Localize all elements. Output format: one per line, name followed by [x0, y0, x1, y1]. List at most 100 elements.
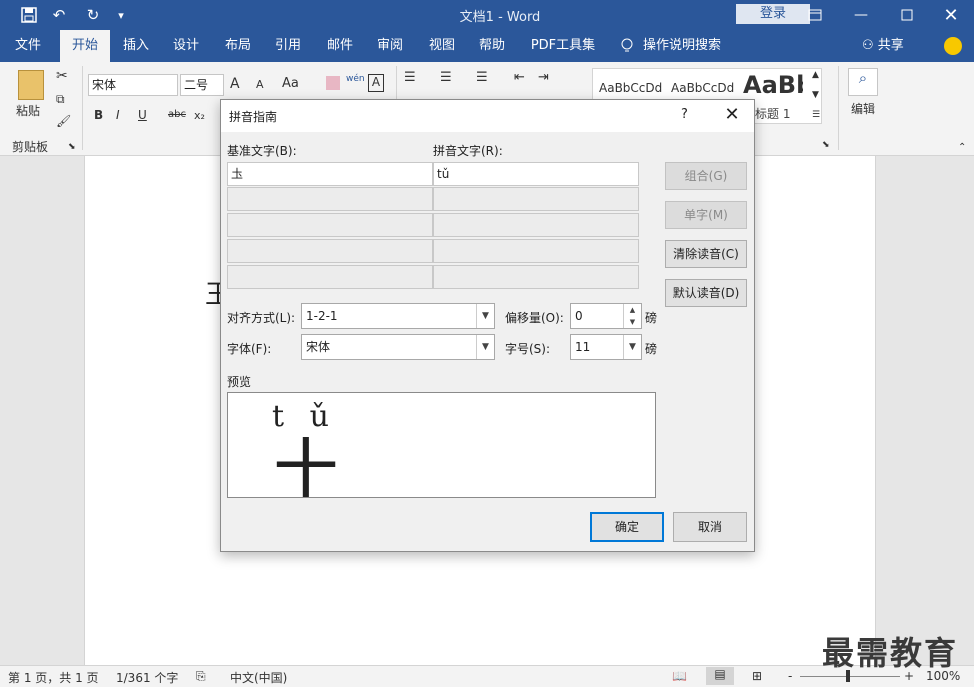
strikethrough-button[interactable]: abc — [168, 109, 186, 120]
close-icon[interactable]: ✕ — [721, 104, 743, 126]
paste-icon[interactable] — [18, 70, 44, 100]
alignment-select[interactable]: 1-2-1 ▼ — [301, 303, 495, 329]
smiley-feedback-icon[interactable] — [944, 37, 962, 55]
zoom-slider-track[interactable] — [800, 676, 900, 677]
char-border-button[interactable]: A — [368, 74, 384, 92]
phonetic-guide-button[interactable]: wén — [346, 74, 365, 84]
style-normal[interactable]: AaBbCcDd — [599, 81, 662, 95]
chevron-down-icon[interactable]: ▼ — [476, 304, 494, 328]
shrink-font-button[interactable]: A — [256, 78, 264, 91]
customize-quick-access-icon[interactable]: ▾ — [108, 4, 134, 26]
watermark: 最需教育 — [822, 634, 959, 672]
base-text-cell[interactable] — [227, 265, 433, 289]
tab-view[interactable]: 视图 — [422, 30, 462, 62]
tab-pdf-tools[interactable]: PDF工具集 — [526, 30, 600, 62]
font-size-box[interactable]: 二号 — [180, 74, 224, 96]
styles-scroll-down-icon[interactable]: ▼ — [812, 90, 819, 100]
tab-home[interactable]: 开始 — [60, 30, 110, 62]
web-layout-icon[interactable]: ⊞ — [752, 669, 762, 683]
tab-insert[interactable]: 插入 — [116, 30, 156, 62]
multilevel-list-icon[interactable]: ☰ — [476, 70, 488, 85]
paste-label[interactable]: 粘贴 — [16, 102, 40, 119]
decrease-indent-icon[interactable]: ⇤ — [514, 70, 525, 85]
clipboard-group-label: 剪贴板 — [12, 140, 49, 154]
base-text-cell[interactable]: 圡 — [227, 162, 433, 186]
font-name-box[interactable]: 宋体 — [88, 74, 178, 96]
font-select[interactable]: 宋体 ▼ — [301, 334, 495, 360]
size-select[interactable]: 11 ▼ — [570, 334, 642, 360]
change-case-button[interactable]: Aa — [282, 76, 299, 91]
clear-format-icon[interactable] — [326, 76, 340, 90]
ruby-text-cell[interactable] — [433, 187, 639, 211]
chevron-down-icon[interactable]: ▼ — [623, 335, 641, 359]
subscript-button[interactable]: x₂ — [194, 109, 205, 122]
underline-button[interactable]: U — [138, 108, 147, 122]
preview-box: t ǔ 土 — [227, 392, 656, 498]
spinner-arrows-icon[interactable]: ▲ ▼ — [623, 304, 641, 328]
cut-icon[interactable]: ✂ — [56, 68, 68, 84]
lightbulb-icon — [616, 30, 638, 62]
page-count[interactable]: 第 1 页，共 1 页 — [8, 669, 99, 686]
style-no-spacing[interactable]: AaBbCcDd — [671, 81, 734, 95]
ruby-text-cell[interactable] — [433, 265, 639, 289]
share-button[interactable]: ⚇ 共享 — [862, 30, 904, 62]
default-reading-button[interactable]: 默认读音(D) — [665, 279, 747, 307]
format-painter-icon[interactable]: 🖌 — [56, 114, 71, 128]
ok-button[interactable]: 确定 — [590, 512, 664, 542]
maximize-icon[interactable] — [884, 0, 930, 30]
increase-indent-icon[interactable]: ⇥ — [538, 70, 549, 85]
bold-button[interactable]: B — [94, 108, 103, 122]
style-heading1[interactable]: AaBb — [743, 71, 803, 99]
offset-spinner[interactable]: 0 ▲ ▼ — [570, 303, 642, 329]
chevron-down-icon[interactable]: ▼ — [476, 335, 494, 359]
mono-button[interactable]: 单字(M) — [665, 201, 747, 229]
person-icon: ⚇ — [862, 38, 878, 53]
ruby-text-cell[interactable] — [433, 239, 639, 263]
base-text-cell[interactable] — [227, 187, 433, 211]
base-text-cell[interactable] — [227, 213, 433, 237]
redo-icon[interactable]: ↻ — [80, 4, 106, 26]
tab-mailings[interactable]: 邮件 — [320, 30, 360, 62]
ribbon-display-options-icon[interactable] — [792, 0, 838, 30]
edit-label[interactable]: 编辑 — [851, 100, 875, 117]
save-icon[interactable] — [16, 4, 42, 26]
dialog-launcher-icon[interactable]: ⬊ — [68, 142, 76, 152]
undo-icon[interactable]: ↶ — [46, 4, 72, 26]
styles-launcher-icon[interactable]: ⬊ — [822, 140, 830, 150]
language-indicator[interactable]: 中文(中国) — [230, 669, 287, 686]
tab-references[interactable]: 引用 — [268, 30, 308, 62]
ruby-text-cell[interactable]: tǔ — [433, 162, 639, 186]
group-button[interactable]: 组合(G) — [665, 162, 747, 190]
grow-font-button[interactable]: A — [230, 76, 240, 92]
proofing-icon[interactable]: ⎘ — [196, 669, 206, 684]
print-layout-icon[interactable]: ▤ — [706, 667, 734, 685]
italic-button[interactable]: I — [116, 108, 120, 122]
collapse-ribbon-icon[interactable]: ⌃ — [958, 142, 966, 153]
style-heading1-label: 标题 1 — [755, 107, 791, 121]
tab-file[interactable]: 文件 — [6, 30, 50, 62]
ruby-text-cell[interactable] — [433, 213, 639, 237]
minimize-icon[interactable]: — — [838, 0, 884, 30]
group-separator — [82, 66, 83, 150]
cancel-button[interactable]: 取消 — [673, 512, 747, 542]
tell-me-search[interactable]: 操作说明搜索 — [642, 30, 722, 62]
tab-design[interactable]: 设计 — [166, 30, 206, 62]
copy-icon[interactable]: ⧉ — [56, 92, 65, 107]
close-window-icon[interactable]: ✕ — [928, 0, 974, 30]
base-text-cell[interactable] — [227, 239, 433, 263]
font-label: 字体(F): — [227, 342, 272, 356]
styles-more-icon[interactable]: ☰ — [812, 110, 820, 120]
help-icon[interactable]: ? — [681, 107, 688, 122]
styles-scroll-up-icon[interactable]: ▲ — [812, 70, 819, 80]
word-count[interactable]: 1/361 个字 — [116, 669, 178, 686]
find-icon[interactable]: ⌕ — [848, 68, 878, 96]
preview-ruby: t ǔ — [272, 399, 337, 434]
clear-reading-button[interactable]: 清除读音(C) — [665, 240, 747, 268]
read-mode-icon[interactable]: 📖 — [672, 669, 687, 683]
numbering-icon[interactable]: ☰ — [440, 70, 452, 85]
tab-review[interactable]: 审阅 — [370, 30, 410, 62]
bullets-icon[interactable]: ☰ — [404, 70, 416, 85]
tab-layout[interactable]: 布局 — [218, 30, 258, 62]
tab-help[interactable]: 帮助 — [472, 30, 512, 62]
zoom-out-button[interactable]: - — [788, 669, 792, 683]
